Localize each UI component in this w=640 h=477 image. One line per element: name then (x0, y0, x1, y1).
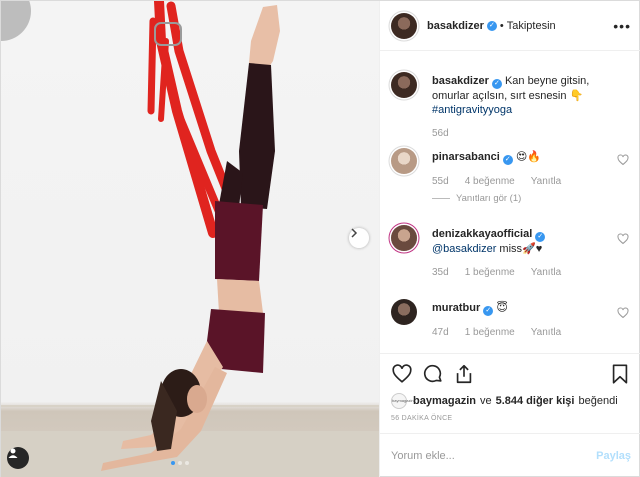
comment-body: pinarsabanci ✓ 😍🔥 (432, 150, 607, 165)
post-header: basakdizer ✓ • Takiptesin ••• (380, 1, 640, 51)
carousel-indicator (171, 461, 189, 465)
comment-input[interactable]: Yorum ekle... (391, 450, 455, 462)
view-replies-button[interactable]: Yanıtları gör (1) (432, 193, 521, 204)
yoga-figure-illustration (101, 1, 280, 471)
chevron-right-icon (351, 228, 358, 238)
comment-like-icon[interactable] (617, 154, 629, 166)
more-options-icon[interactable]: ••• (613, 18, 631, 34)
heart-icon[interactable] (391, 363, 413, 385)
comment-likes[interactable]: 1 beğenme (465, 327, 515, 338)
follow-separator: • (499, 19, 504, 32)
commenter-avatar[interactable] (391, 148, 417, 174)
follow-status[interactable]: Takiptesin (507, 20, 556, 32)
reply-button[interactable]: Yanıtla (531, 327, 561, 338)
carousel-dot-active (171, 461, 175, 465)
comments-list: basakdizer ✓ Kan beyne gitsin, omurlar aç… (380, 51, 640, 353)
comment-text: miss🚀♥ (496, 243, 543, 255)
comment-username[interactable]: muratbur (432, 302, 480, 314)
verified-icon: ✓ (483, 306, 494, 316)
replies-line (432, 198, 450, 199)
liker-avatar[interactable]: baymagazin (391, 393, 414, 409)
bookmark-icon[interactable] (609, 363, 631, 385)
author-avatar[interactable] (391, 12, 417, 39)
verified-icon: ✓ (502, 155, 513, 165)
comment-age[interactable]: 55d (432, 176, 449, 187)
user-tag-icon (8, 448, 18, 458)
comment-age[interactable]: 47d (432, 327, 449, 338)
view-replies-label: Yanıtları gör (1) (456, 193, 522, 204)
caption-body: basakdizer ✓ Kan beyne gitsin, omurlar aç… (432, 74, 607, 117)
comment-like-icon[interactable] (617, 307, 629, 319)
comment-body: denizakkayaofficial ✓ @basakdizer miss🚀♥ (432, 227, 607, 256)
likes-count[interactable]: 5.844 diğer kişi (496, 395, 575, 407)
likes-summary: baymagazin baymagazin ve 5.844 diğer kiş… (391, 393, 631, 409)
action-icons (391, 362, 631, 386)
comment-body: muratbur ✓ 😇 (432, 301, 607, 316)
comment-meta: 55d 4 beğenme Yanıtla (432, 176, 561, 187)
likes-connector: ve (479, 395, 492, 407)
post-photo[interactable] (1, 1, 379, 477)
post-comment-button[interactable]: Paylaş (596, 450, 631, 462)
comment-like-icon[interactable] (617, 233, 629, 245)
comment-likes[interactable]: 4 beğenme (465, 176, 515, 187)
add-comment-bar: Yorum ekle... Paylaş (380, 433, 640, 477)
commenter-avatar[interactable] (391, 225, 417, 251)
comment-likes[interactable]: 1 beğenme (465, 267, 515, 278)
post-timestamp[interactable]: 56 DAKİKA ÖNCE (391, 415, 631, 422)
caption-meta: 56d (432, 128, 449, 139)
comment-text: 😇 (496, 302, 508, 314)
instagram-post-modal: basakdizer ✓ • Takiptesin ••• basakdizer… (0, 0, 640, 477)
comment-meta: 47d 1 beğenme Yanıtla (432, 327, 561, 338)
caption-username[interactable]: basakdizer (432, 75, 489, 87)
verified-icon: ✓ (491, 79, 502, 89)
share-icon[interactable] (453, 363, 475, 385)
comment-icon[interactable] (422, 363, 444, 385)
caption-age[interactable]: 56d (432, 128, 449, 139)
likes-suffix: beğendi (578, 395, 618, 407)
comment-username[interactable]: pinarsabanci (432, 151, 500, 163)
reply-button[interactable]: Yanıtla (531, 267, 561, 278)
comment-username[interactable]: denizakkayaofficial (432, 228, 532, 240)
verified-icon: ✓ (486, 20, 497, 31)
post-details-panel: basakdizer ✓ • Takiptesin ••• basakdizer… (379, 1, 640, 477)
author-username[interactable]: basakdizer (427, 20, 484, 32)
next-photo-button[interactable] (349, 228, 369, 248)
comment-age[interactable]: 35d (432, 267, 449, 278)
carousel-dot (178, 461, 182, 465)
commenter-avatar[interactable] (391, 299, 417, 325)
caption-hashtag[interactable]: #antigravityyoga (432, 104, 512, 116)
comment-mention[interactable]: @basakdizer (432, 243, 496, 255)
comment-text: 😍🔥 (515, 151, 542, 163)
user-tag-button[interactable] (7, 447, 29, 469)
reply-button[interactable]: Yanıtla (531, 176, 561, 187)
post-actions: baymagazin baymagazin ve 5.844 diğer kiş… (380, 353, 640, 422)
comment-meta: 35d 1 beğenme Yanıtla (432, 267, 561, 278)
carousel-dot (185, 461, 189, 465)
verified-icon: ✓ (535, 232, 546, 242)
caption-avatar[interactable] (391, 72, 417, 98)
liker-username[interactable]: baymagazin (413, 395, 476, 407)
